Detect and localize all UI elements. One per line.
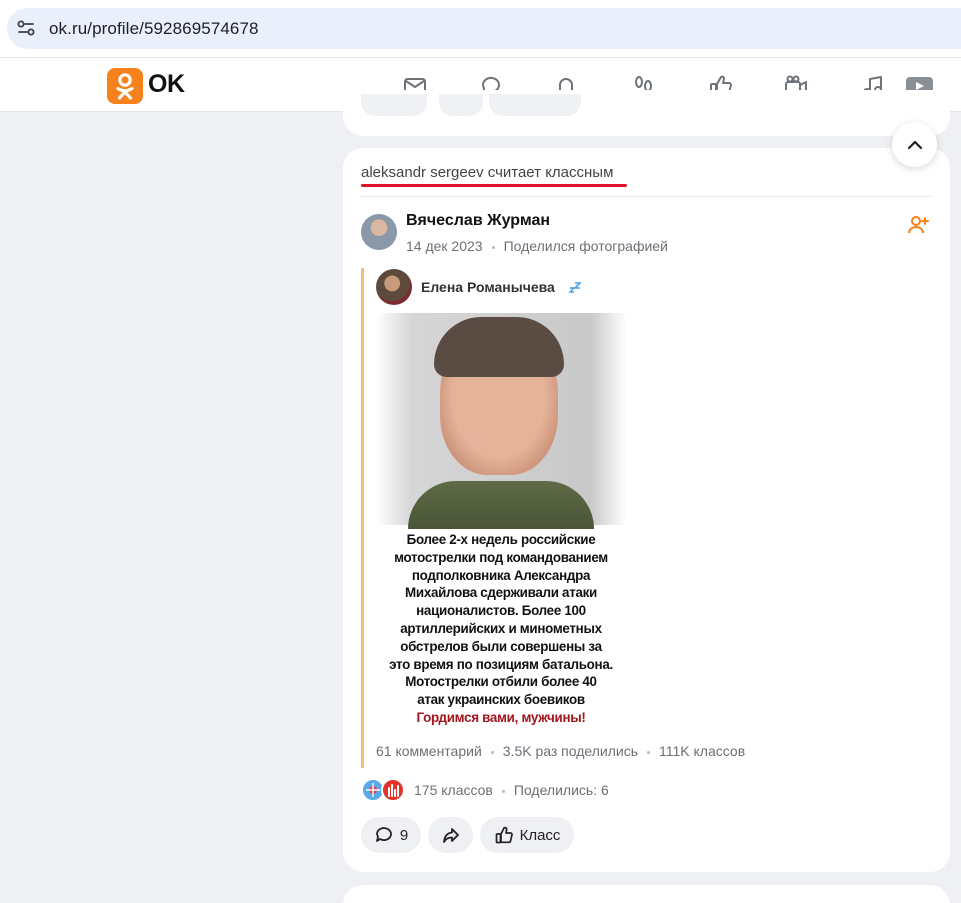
reaction-rock-hand-icon — [381, 778, 405, 802]
caption-line: мотострелки под командованием — [394, 549, 608, 565]
add-friend-icon[interactable] — [907, 214, 929, 236]
address-bar[interactable]: ok.ru/profile/592869574678 — [7, 8, 961, 49]
author-avatar[interactable] — [361, 214, 397, 250]
logo-text[interactable]: OK — [148, 70, 185, 99]
previous-post-button[interactable] — [489, 94, 581, 116]
ok-logo-icon[interactable] — [107, 68, 143, 104]
repost-shares-count[interactable]: 3.5K раз поделились — [503, 743, 638, 759]
like-button[interactable]: Класс — [480, 817, 574, 853]
feed-post-card: aleksandr sergeev считает классным Вячес… — [343, 148, 950, 872]
caption-highlight: Гордимся вами, мужчины! — [416, 709, 586, 725]
post-meta: 14 дек 2023 Поделился фотографией — [406, 238, 668, 254]
shares-count[interactable]: Поделились: 6 — [514, 782, 609, 798]
repost-author-name[interactable]: Елена Романычева — [421, 279, 555, 295]
caption-line: националистов. Более 100 — [416, 603, 586, 619]
comment-button[interactable]: 9 — [361, 817, 421, 853]
chevron-up-icon — [907, 140, 922, 149]
browser-bar: ok.ru/profile/592869574678 — [0, 0, 961, 58]
repost-likes-count[interactable]: 111K классов — [659, 743, 745, 759]
previous-post-button[interactable] — [439, 94, 483, 116]
author-name[interactable]: Вячеслав Журман — [406, 212, 550, 230]
comment-icon — [375, 827, 392, 842]
separator-dot — [501, 789, 505, 793]
divider — [361, 196, 931, 197]
share-arrow-icon — [442, 828, 459, 843]
post-photo[interactable]: Более 2-х недель российские мотострелки … — [376, 313, 626, 733]
separator-dot — [490, 750, 494, 754]
post-date[interactable]: 14 дек 2023 — [406, 238, 483, 254]
uniform-shape — [408, 481, 594, 529]
caption-line: Мотострелки отбили более 40 — [405, 674, 597, 690]
caption-line: подполковника Александра — [411, 567, 591, 583]
reactions-text: 175 классов Поделились: 6 — [414, 782, 609, 798]
likes-count[interactable]: 175 классов — [414, 782, 493, 798]
caption-line: артиллерийских и минометных — [400, 620, 602, 636]
previous-post-button[interactable] — [361, 94, 427, 116]
reposted-content: Елена Романычева Более 2-х недель россий… — [361, 268, 781, 768]
url-text[interactable]: ok.ru/profile/592869574678 — [49, 19, 259, 39]
soldier-portrait-image — [376, 313, 626, 529]
post-action: Поделился фотографией — [503, 238, 668, 254]
caption-line: Более 2-х недель российские — [406, 532, 596, 547]
caption-line: Михайлова сдерживали атаки — [405, 585, 597, 601]
separator-dot — [491, 245, 495, 249]
red-underline-annotation — [361, 184, 627, 187]
repost-author-avatar[interactable] — [376, 269, 412, 305]
photo-caption: Более 2-х недель российские мотострелки … — [376, 525, 626, 727]
previous-post-card — [343, 90, 950, 136]
share-button[interactable] — [428, 817, 473, 853]
caption-line: это время по позициям батальона. — [389, 656, 613, 672]
sleep-emoji-icon — [567, 280, 583, 296]
hair-shape — [434, 317, 564, 377]
separator-dot — [647, 750, 651, 754]
comments-count: 9 — [399, 826, 409, 844]
scroll-to-top-button[interactable] — [892, 122, 937, 167]
repost-comments-count[interactable]: 61 комментарий — [376, 743, 482, 759]
site-info-icon[interactable] — [16, 18, 36, 38]
like-label: Класс — [519, 826, 561, 844]
caption-line: обстрелов были совершены за — [400, 638, 602, 654]
repost-stats: 61 комментарий 3.5K раз поделились 111K кл… — [376, 743, 745, 759]
next-post-card — [343, 885, 950, 903]
thumb-up-icon — [495, 826, 513, 844]
liked-by-text[interactable]: aleksandr sergeev считает классным — [361, 164, 613, 181]
caption-line: атак украинских боевиков — [417, 692, 585, 708]
